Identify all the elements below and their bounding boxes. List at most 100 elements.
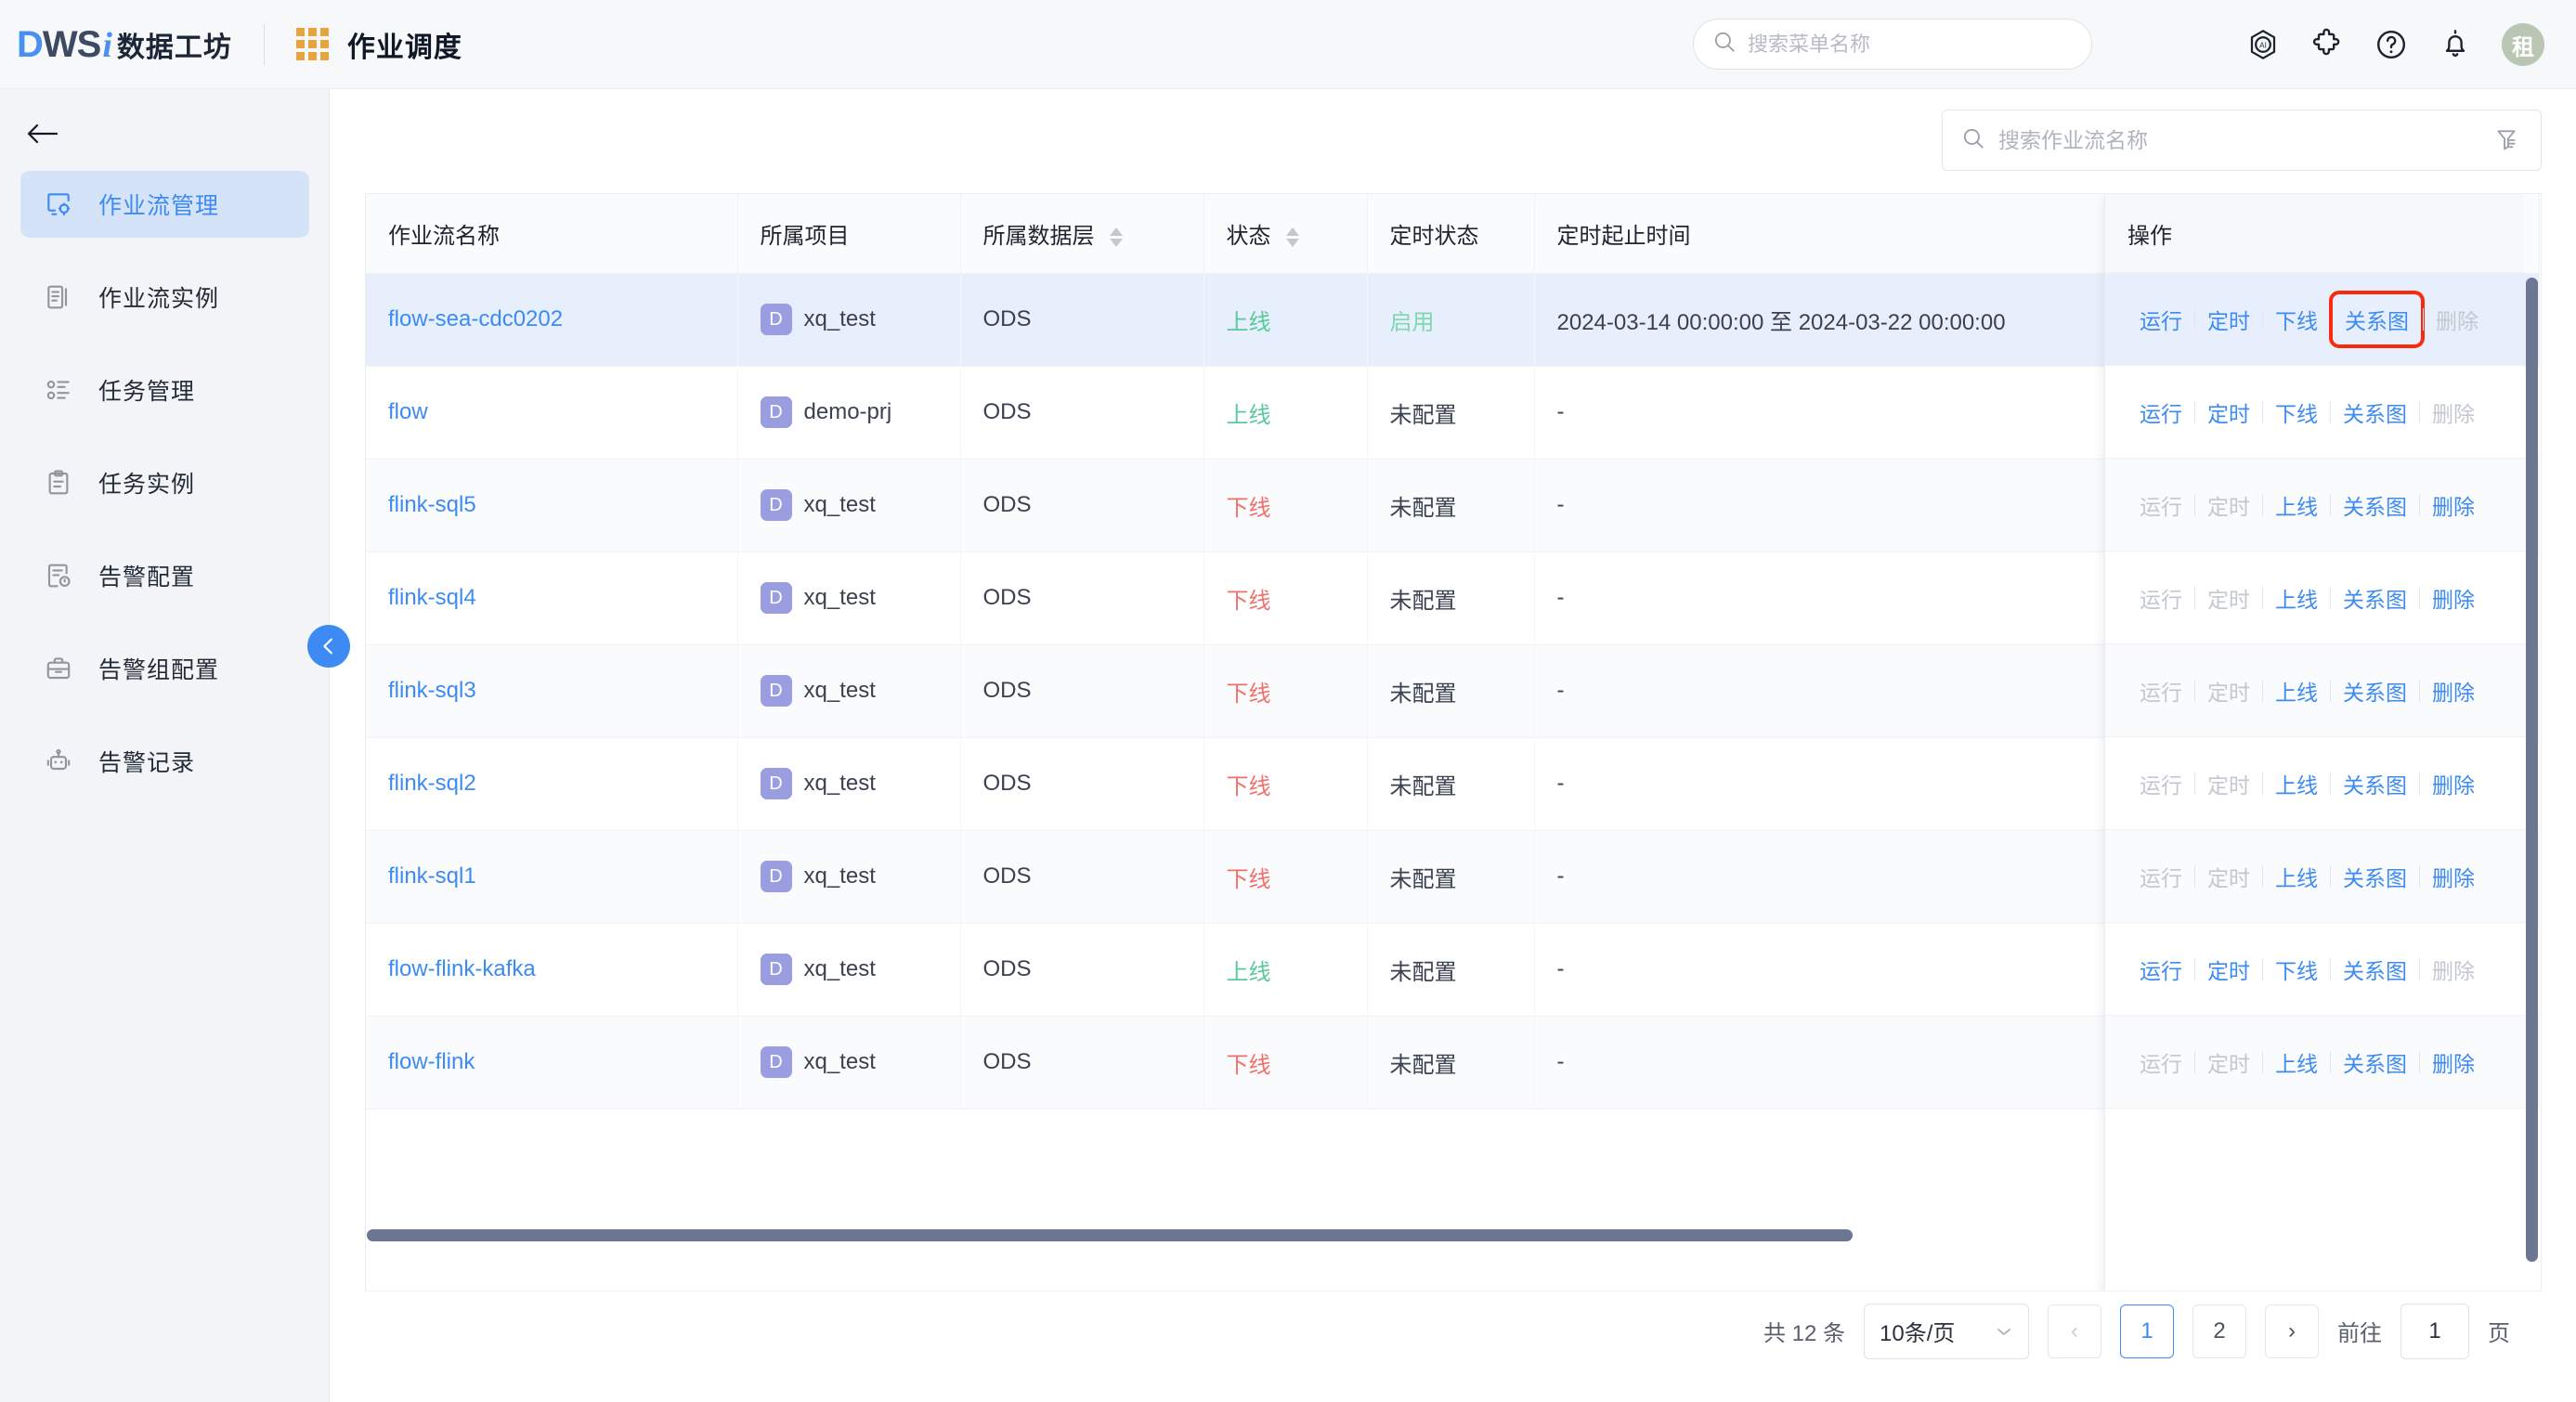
action-schedule: 定时 xyxy=(2195,671,2262,710)
user-avatar[interactable]: 租 xyxy=(2502,23,2544,66)
cell-status: 下线 xyxy=(1203,459,1367,552)
workflow-name-link[interactable]: flink-sql5 xyxy=(388,492,476,517)
column-header-status[interactable]: 状态 xyxy=(1203,194,1367,273)
action-unpublish[interactable]: 下线 xyxy=(2263,393,2330,432)
table-vertical-scrollbar[interactable] xyxy=(2524,274,2539,1323)
workflow-name-link[interactable]: flow-flink-kafka xyxy=(388,956,536,981)
column-header-layer[interactable]: 所属数据层 xyxy=(960,194,1203,273)
project-name: xq_test xyxy=(804,306,876,332)
action-publish[interactable]: 上线 xyxy=(2263,486,2330,525)
action-unpublish[interactable]: 下线 xyxy=(2263,300,2330,339)
sidebar-item-workflow-management[interactable]: 作业流管理 xyxy=(20,171,309,238)
workflow-name-link[interactable]: flink-sql4 xyxy=(388,585,476,610)
action-publish[interactable]: 上线 xyxy=(2263,857,2330,896)
action-relation-graph[interactable]: 关系图 xyxy=(2331,1043,2419,1082)
back-button[interactable] xyxy=(17,113,69,154)
jump-to-input[interactable] xyxy=(2400,1304,2469,1359)
column-header-period[interactable]: 定时起止时间 xyxy=(1534,194,2156,273)
sidebar-item-task-instance[interactable]: 任务实例 xyxy=(20,449,309,516)
cell-status: 下线 xyxy=(1203,644,1367,737)
brand[interactable]: D WS i 数据工坊 xyxy=(0,0,232,89)
action-relation-graph[interactable]: 关系图 xyxy=(2331,486,2419,525)
pagination-page-1[interactable]: 1 xyxy=(2120,1305,2174,1358)
action-publish[interactable]: 上线 xyxy=(2263,671,2330,710)
sidebar-item-task-management[interactable]: 任务管理 xyxy=(20,357,309,423)
sort-toggle-icon[interactable] xyxy=(1110,227,1123,247)
action-relation-graph[interactable]: 关系图 xyxy=(2331,578,2419,617)
action-delete[interactable]: 删除 xyxy=(2420,671,2487,710)
project-badge: D xyxy=(761,582,792,614)
action-delete[interactable]: 删除 xyxy=(2420,486,2487,525)
sidebar-item-alert-record[interactable]: 告警记录 xyxy=(20,728,309,795)
filter-icon[interactable] xyxy=(2491,124,2522,156)
app-grid-icon[interactable] xyxy=(296,28,329,60)
action-run: 运行 xyxy=(2127,764,2194,803)
table-horizontal-scrollbar[interactable] xyxy=(365,1227,2542,1242)
sidebar-item-alert-group-config[interactable]: 告警组配置 xyxy=(20,635,309,702)
sort-toggle-icon[interactable] xyxy=(1286,227,1299,247)
sidebar-item-alert-config[interactable]: 告警配置 xyxy=(20,542,309,609)
action-publish[interactable]: 上线 xyxy=(2263,1043,2330,1082)
workflow-search-box[interactable] xyxy=(1942,110,2542,171)
action-publish[interactable]: 上线 xyxy=(2263,578,2330,617)
operations-row: 运行定时上线关系图删除 xyxy=(2105,459,2524,552)
workflow-name-link[interactable]: flink-sql2 xyxy=(388,771,476,796)
data-layer-value: ODS xyxy=(983,399,1032,424)
workflow-name-link[interactable]: flink-sql3 xyxy=(388,678,476,703)
project-badge: D xyxy=(761,954,792,985)
help-circle-icon[interactable] xyxy=(2374,27,2409,62)
menu-search-input[interactable] xyxy=(1748,32,2073,57)
workflow-name-link[interactable]: flink-sql1 xyxy=(388,863,476,889)
column-label: 状态 xyxy=(1227,224,1271,249)
jump-to-unit: 页 xyxy=(2488,1315,2510,1347)
puzzle-plugin-icon[interactable] xyxy=(2309,27,2345,62)
action-delete[interactable]: 删除 xyxy=(2420,857,2487,896)
cell-project: Dxq_test xyxy=(737,273,960,366)
column-header-name[interactable]: 作业流名称 xyxy=(366,194,737,273)
action-run[interactable]: 运行 xyxy=(2127,300,2194,339)
workflow-name-link[interactable]: flow xyxy=(388,399,428,424)
horizontal-scroll-thumb[interactable] xyxy=(367,1229,1853,1241)
cell-workflow-name: flink-sql4 xyxy=(366,552,737,644)
schedule-status-badge: 未配置 xyxy=(1390,496,1457,521)
project-name: xq_test xyxy=(804,863,876,889)
action-run[interactable]: 运行 xyxy=(2127,950,2194,989)
action-delete[interactable]: 删除 xyxy=(2420,578,2487,617)
ai-assistant-icon[interactable]: AI xyxy=(2245,27,2281,62)
action-relation-graph[interactable]: 关系图 xyxy=(2331,671,2419,710)
cell-workflow-name: flink-sql5 xyxy=(366,459,737,552)
chevron-down-icon xyxy=(1995,1318,2013,1344)
vertical-scroll-thumb[interactable] xyxy=(2526,278,2538,1262)
action-relation-graph[interactable]: 关系图 xyxy=(2331,857,2419,896)
notification-bell-icon[interactable] xyxy=(2438,27,2473,62)
workflow-name-link[interactable]: flow-sea-cdc0202 xyxy=(388,306,563,331)
action-relation-graph[interactable]: 关系图 xyxy=(2331,393,2419,432)
action-publish[interactable]: 上线 xyxy=(2263,764,2330,803)
action-relation-graph[interactable]: 关系图 xyxy=(2331,950,2419,989)
cell-status: 下线 xyxy=(1203,737,1367,830)
pagination-next-button[interactable]: › xyxy=(2265,1305,2319,1358)
project-badge: D xyxy=(761,768,792,799)
header-icon-group: AI 租 xyxy=(2245,0,2544,89)
sidebar-collapse-toggle[interactable] xyxy=(307,625,350,668)
pagination-page-2[interactable]: 2 xyxy=(2192,1305,2246,1358)
sidebar-item-workflow-instance[interactable]: 作业流实例 xyxy=(20,264,309,331)
action-delete[interactable]: 删除 xyxy=(2420,764,2487,803)
action-relation-graph[interactable]: 关系图 xyxy=(2331,764,2419,803)
page-size-select[interactable]: 10条/页 xyxy=(1864,1304,2029,1359)
column-header-project[interactable]: 所属项目 xyxy=(737,194,960,273)
column-header-schedule[interactable]: 定时状态 xyxy=(1367,194,1534,273)
action-delete[interactable]: 删除 xyxy=(2420,1043,2487,1082)
action-relation-graph[interactable]: 关系图 xyxy=(2333,294,2421,344)
workflow-search-input[interactable] xyxy=(1998,128,2491,153)
action-run[interactable]: 运行 xyxy=(2127,393,2194,432)
action-schedule[interactable]: 定时 xyxy=(2195,393,2262,432)
cell-data-layer: ODS xyxy=(960,552,1203,644)
action-schedule[interactable]: 定时 xyxy=(2195,950,2262,989)
menu-search-box[interactable] xyxy=(1693,19,2092,70)
sidebar-nav: 作业流管理 作业流实例 任务管理 xyxy=(0,171,330,821)
pagination-prev-button[interactable]: ‹ xyxy=(2048,1305,2101,1358)
workflow-name-link[interactable]: flow-flink xyxy=(388,1049,475,1074)
action-unpublish[interactable]: 下线 xyxy=(2263,950,2330,989)
action-schedule[interactable]: 定时 xyxy=(2195,300,2262,339)
